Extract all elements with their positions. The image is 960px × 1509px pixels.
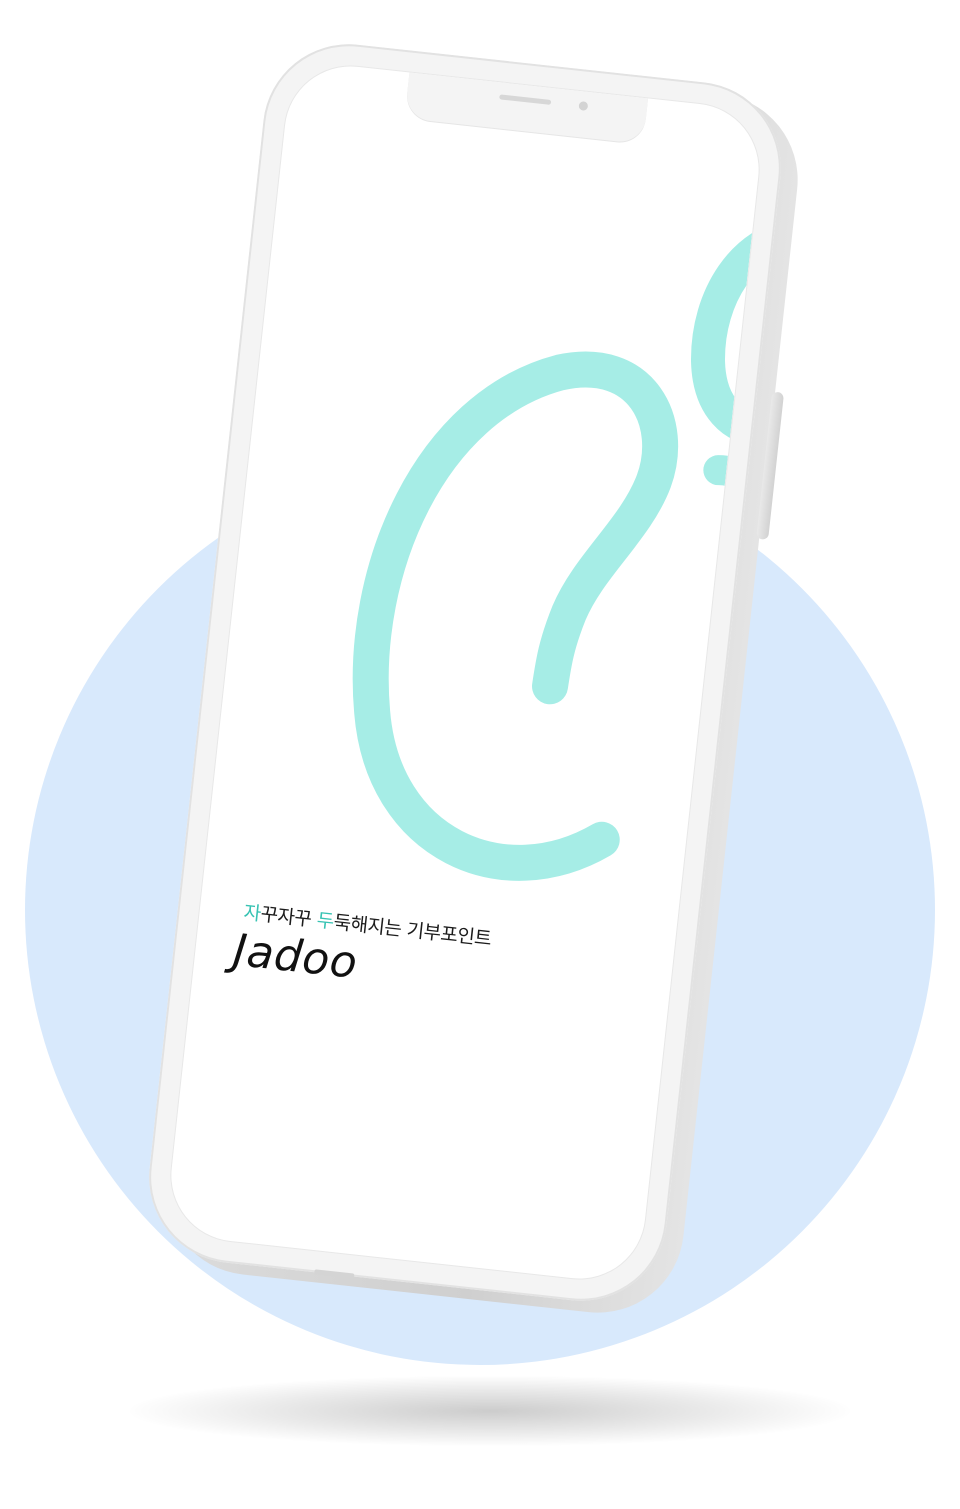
speaker-grille-icon — [499, 94, 552, 105]
logo-loop-stroke — [352, 351, 679, 881]
jadoo-swirl-logo-icon — [352, 218, 766, 881]
phone-mockup: 자꾸자꾸 두둑해지는 기부포인트 Jadoo — [140, 35, 807, 1322]
front-camera-icon — [578, 101, 589, 111]
logo-curl-stroke — [691, 218, 766, 446]
phone-floor-shadow — [130, 1376, 850, 1446]
product-showcase: 자꾸자꾸 두둑해지는 기부포인트 Jadoo — [0, 0, 960, 1509]
app-splash-screen[interactable]: 자꾸자꾸 두둑해지는 기부포인트 Jadoo — [164, 59, 766, 1286]
tagline-text-1: 꾸자꾸 — [259, 903, 319, 932]
